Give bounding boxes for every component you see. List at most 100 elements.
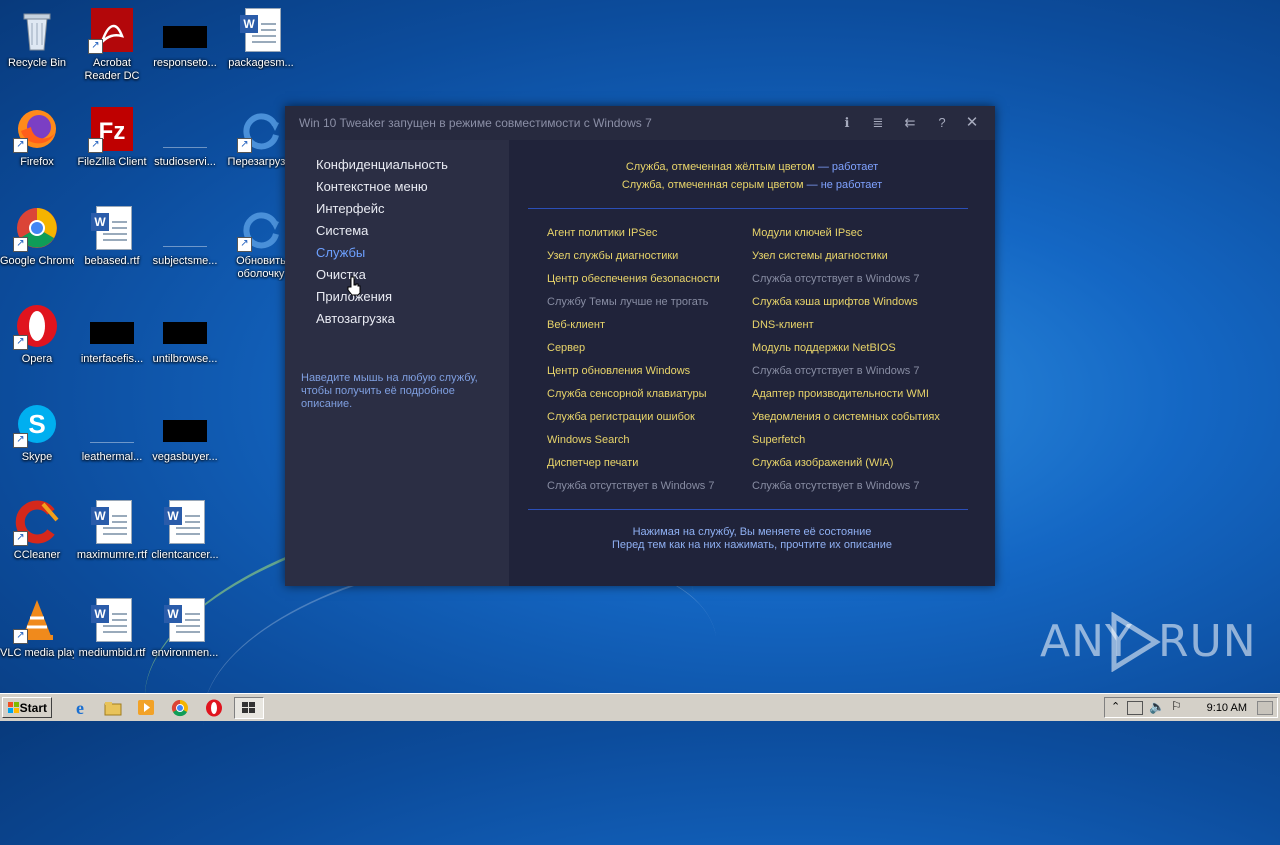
redacted-thumbnail-icon [161, 6, 209, 54]
desktop-icon-bebased[interactable]: W bebased.rtf [75, 204, 149, 268]
service-toggle[interactable]: Служба отсутствует в Windows 7 [752, 273, 919, 285]
network-icon[interactable] [1127, 701, 1143, 715]
explorer-icon[interactable] [103, 698, 123, 717]
separator [528, 509, 968, 510]
service-toggle[interactable]: Модули ключей IPsec [752, 227, 862, 239]
ccleaner-icon: ↗ [13, 498, 61, 546]
watermark-text-right: RUN [1158, 616, 1257, 667]
service-toggle[interactable]: Адаптер производительности WMI [752, 388, 929, 400]
shortcut-arrow-icon: ↗ [13, 335, 28, 350]
show-desktop-icon[interactable] [1257, 701, 1273, 715]
windows-logo-icon [8, 702, 20, 714]
info-icon[interactable]: ℹ [836, 113, 858, 133]
legend-stopped-status: не работает [820, 179, 883, 191]
volume-icon[interactable]: 🔈 [1149, 699, 1165, 715]
desktop-icon-filezilla[interactable]: Fz ↗ FileZilla Client [75, 105, 149, 169]
window-title: Win 10 Tweaker запущен в режиме совмести… [299, 116, 652, 130]
desktop-icon-untilbrowse[interactable]: untilbrowse... [148, 302, 222, 366]
icon-label: VLC media player [0, 647, 74, 659]
service-toggle[interactable]: Узел службы диагностики [547, 250, 678, 262]
icon-label: studioservi... [154, 156, 216, 168]
list-icon[interactable]: ≣ [867, 113, 889, 133]
nav-services[interactable]: Службы [316, 245, 365, 260]
clock[interactable]: 9:10 AM [1207, 702, 1247, 714]
desktop-icon-vegasbuyer[interactable]: vegasbuyer... [148, 400, 222, 464]
play-logo-icon [1111, 612, 1161, 672]
service-toggle[interactable]: Веб-клиент [547, 319, 605, 331]
desktop-icon-acrobat[interactable]: ↗ Acrobat Reader DC [75, 6, 149, 83]
desktop-icon-clientcancer[interactable]: W clientcancer... [148, 498, 222, 562]
desktop-icon-leathermal[interactable]: leathermal... [75, 400, 149, 464]
desktop-icon-skype[interactable]: S ↗ Skype [0, 400, 74, 464]
service-toggle[interactable]: Центр обеспечения безопасности [547, 273, 720, 285]
acrobat-icon: ↗ [88, 6, 136, 54]
service-toggle[interactable]: Служба отсутствует в Windows 7 [752, 365, 919, 377]
service-toggle[interactable]: Агент политики IPSec [547, 227, 657, 239]
icon-label: leathermal... [81, 451, 143, 463]
service-toggle[interactable]: Уведомления о системных событиях [752, 411, 940, 423]
icon-label: Recycle Bin [7, 57, 67, 69]
media-player-icon[interactable] [136, 698, 156, 717]
legend-gray-text: Служба, отмеченная серым цветом [621, 179, 804, 191]
desktop-icon-environmen[interactable]: W environmen... [148, 596, 222, 660]
service-toggle[interactable]: Служба отсутствует в Windows 7 [752, 480, 919, 492]
service-toggle[interactable]: Служба регистрации ошибок [547, 411, 695, 423]
desktop-icon-packagesm[interactable]: W packagesm... [224, 6, 298, 70]
app-window-icon[interactable] [234, 697, 264, 719]
service-toggle[interactable]: Службу Темы лучше не трогать [547, 296, 708, 308]
desktop-icon-studioservi[interactable]: studioservi... [148, 105, 222, 169]
desktop-icon-vlc[interactable]: ↗ VLC media player [0, 596, 74, 660]
ie-icon[interactable]: e [70, 698, 90, 718]
service-toggle[interactable]: Центр обновления Windows [547, 365, 690, 377]
service-toggle[interactable]: Служба кэша шрифтов Windows [752, 296, 918, 308]
start-button[interactable]: Start [2, 697, 52, 718]
word-document-icon: W [88, 596, 136, 644]
close-icon[interactable]: ✕ [961, 113, 983, 133]
legend-dash: — [803, 179, 821, 191]
separator [528, 208, 968, 209]
service-toggle[interactable]: DNS-клиент [752, 319, 814, 331]
taskbar: Start e ⌃ 🔈 ⚐ 9:10 AM [0, 693, 1280, 721]
shortcut-arrow-icon: ↗ [13, 237, 28, 252]
nav-startup[interactable]: Автозагрузка [316, 311, 395, 326]
desktop-icon-recycle-bin[interactable]: Recycle Bin [0, 6, 74, 70]
desktop-icon-google-chrome[interactable]: ↗ Google Chrome [0, 204, 74, 268]
desktop-icon-opera[interactable]: ↗ Opera [0, 302, 74, 366]
shortcut-arrow-icon: ↗ [13, 138, 28, 153]
help-icon[interactable]: ? [931, 113, 953, 133]
service-toggle[interactable]: Сервер [547, 342, 585, 354]
service-toggle[interactable]: Диспетчер печати [547, 457, 638, 469]
service-toggle[interactable]: Superfetch [752, 434, 805, 446]
tray-expand-icon[interactable]: ⌃ [1111, 700, 1120, 713]
service-toggle[interactable]: Служба изображений (WIA) [752, 457, 893, 469]
chrome-icon[interactable] [170, 698, 190, 717]
nav-context-menu[interactable]: Контекстное меню [316, 179, 428, 194]
action-center-flag-icon[interactable]: ⚐ [1171, 699, 1182, 713]
desktop-icon-subjectsme[interactable]: subjectsme... [148, 204, 222, 268]
opera-icon[interactable] [204, 698, 224, 717]
blank-file-icon [161, 105, 209, 153]
nav-interface[interactable]: Интерфейс [316, 201, 384, 216]
desktop-icon-mediumbid[interactable]: W mediumbid.rtf [75, 596, 149, 660]
desktop-icon-interfacefis[interactable]: interfacefis... [75, 302, 149, 366]
icon-label: untilbrowse... [152, 353, 218, 365]
icon-label: CCleaner [13, 549, 61, 561]
nav-system[interactable]: Система [316, 223, 368, 238]
desktop-icon-responseto[interactable]: responseto... [148, 6, 222, 70]
service-toggle[interactable]: Модуль поддержки NetBIOS [752, 342, 896, 354]
desktop-icon-firefox[interactable]: ↗ Firefox [0, 105, 74, 169]
desktop-icon-ccleaner[interactable]: ↗ CCleaner [0, 498, 74, 562]
shortcut-arrow-icon: ↗ [237, 138, 252, 153]
refresh-icon: ↗ [237, 204, 285, 252]
icon-label: Skype [21, 451, 53, 463]
service-toggle[interactable]: Узел системы диагностики [752, 250, 888, 262]
legend-working-status: работает [831, 161, 879, 173]
service-toggle[interactable]: Windows Search [547, 434, 630, 446]
icon-label: Opera [21, 353, 53, 365]
menu-back-icon[interactable]: ⇇ [899, 113, 921, 133]
service-toggle[interactable]: Служба сенсорной клавиатуры [547, 388, 707, 400]
service-toggle[interactable]: Служба отсутствует в Windows 7 [547, 480, 714, 492]
hand-cursor-icon [347, 276, 361, 296]
nav-privacy[interactable]: Конфиденциальность [316, 157, 448, 172]
desktop-icon-maximumre[interactable]: W maximumre.rtf [75, 498, 149, 562]
